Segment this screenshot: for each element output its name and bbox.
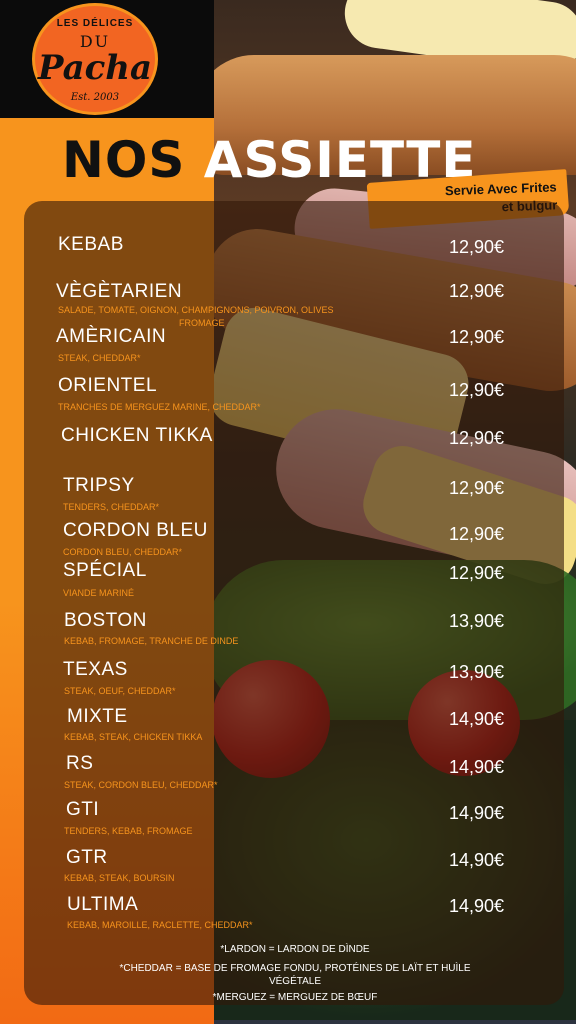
logo-brand-name: Pacha: [37, 48, 153, 88]
item-price: 14,90€: [449, 896, 505, 916]
item-description: VIANDE MARINÉ: [63, 588, 135, 598]
item-name: CORDON BLEU: [63, 520, 208, 541]
item-price: 12,90€: [449, 237, 505, 257]
footnote-cheddar: *CHEDDAR = BASE DE FROMAGE FONDU, PROTÉI…: [119, 963, 471, 974]
item-description: STEAK, CHEDDAR*: [58, 353, 141, 363]
item-price: 14,90€: [449, 850, 505, 870]
item-price: 12,90€: [449, 281, 505, 301]
item-description: TENDERS, KEBAB, FROMAGE: [64, 826, 193, 836]
item-price: 13,90€: [449, 611, 505, 631]
menu-board: LES DÉLICES DU Pacha Est. 2003 NOS ASSIE…: [0, 0, 576, 1024]
item-description: KEBAB, FROMAGE, TRANCHE DE DINDE: [64, 636, 239, 646]
logo-established: Est. 2003: [70, 92, 120, 103]
item-description: KEBAB, STEAK, CHICKEN TIKKA: [64, 732, 203, 742]
item-name: ULTIMA: [67, 894, 139, 915]
item-price: 12,90€: [449, 380, 505, 400]
item-price: 12,90€: [449, 327, 505, 347]
item-price: 13,90€: [449, 662, 505, 682]
item-description: STEAK, CORDON BLEU, CHEDDAR*: [64, 780, 218, 790]
item-name: GTI: [66, 799, 100, 820]
item-description: TRANCHES DE MERGUEZ MARINE, CHEDDAR*: [58, 402, 261, 412]
item-name: KEBAB: [58, 234, 124, 255]
item-name: TRIPSY: [63, 475, 135, 496]
item-price: 12,90€: [449, 563, 505, 583]
item-name: MIXTE: [67, 706, 128, 727]
item-name: CHICKEN TIKKA: [61, 425, 213, 446]
footnote-lardon: *LARDON = LARDON DE DÌNDE: [220, 944, 370, 955]
item-name: AMÈRICAIN: [56, 326, 167, 347]
item-name: RS: [66, 753, 94, 774]
logo-top-text: LES DÉLICES: [56, 18, 134, 29]
item-description: CORDON BLEU, CHEDDAR*: [63, 547, 183, 557]
item-description: KEBAB, STEAK, BOURSIN: [64, 873, 175, 883]
title-part-1: NOS: [62, 131, 186, 189]
item-description-continued: FROMAGE: [179, 318, 225, 328]
item-price: 12,90€: [449, 478, 505, 498]
item-price: 12,90€: [449, 428, 505, 448]
item-price: 12,90€: [449, 524, 505, 544]
item-name: TEXAS: [63, 659, 128, 680]
item-price: 14,90€: [449, 709, 505, 729]
footnote-merguez: *MERGUEZ = MERGUEZ DE BŒUF: [212, 992, 378, 1003]
menu-panel: [24, 201, 564, 1005]
item-name: GTR: [66, 847, 108, 868]
item-description: KEBAB, MAROILLE, RACLETTE, CHEDDAR*: [67, 920, 253, 930]
item-name: BOSTON: [64, 610, 147, 631]
footnote-cheddar-continued: VÉGÉTALE: [268, 976, 322, 987]
item-description: STEAK, OEUF, CHEDDAR*: [64, 686, 176, 696]
item-name: ORIENTEL: [58, 375, 158, 396]
item-description: TENDERS, CHEDDAR*: [63, 502, 160, 512]
logo: LES DÉLICES DU Pacha Est. 2003: [32, 3, 158, 115]
item-price: 14,90€: [449, 757, 505, 777]
item-description: SALADE, TOMATE, OIGNON, CHAMPIGNONS, POI…: [58, 305, 334, 315]
item-name: VÈGÈTARIEN: [56, 281, 183, 302]
item-price: 14,90€: [449, 803, 505, 823]
item-name: SPÉCIAL: [63, 560, 147, 581]
